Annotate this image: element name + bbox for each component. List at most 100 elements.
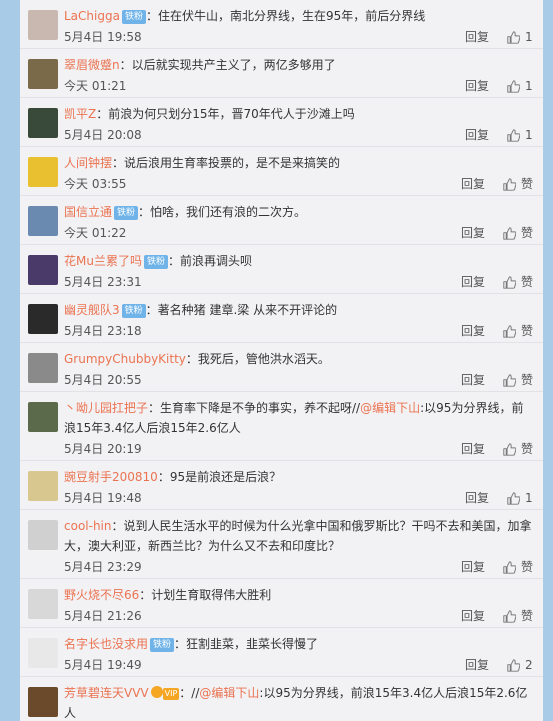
like-button[interactable]: 赞 xyxy=(503,322,533,340)
reply-button[interactable]: 回复 xyxy=(461,440,485,458)
like-button[interactable]: 赞 xyxy=(503,558,533,576)
like-button[interactable]: 1 xyxy=(507,77,533,95)
avatar[interactable] xyxy=(28,206,58,236)
avatar[interactable] xyxy=(28,687,58,717)
reply-button[interactable]: 回复 xyxy=(461,607,485,625)
reply-button[interactable]: 回复 xyxy=(461,371,485,389)
thumbs-up-icon xyxy=(503,177,516,191)
comment-date: 5月4日 19:49 xyxy=(64,658,142,672)
comment-meta: 5月4日 20:08 回复 1 xyxy=(64,124,533,146)
comment-meta: 5月4日 23:29 回复 赞 xyxy=(64,556,533,578)
like-count: 1 xyxy=(525,79,533,93)
comment-text: ：// xyxy=(179,686,200,700)
username-link[interactable]: 花Mu兰累了吗 xyxy=(64,254,142,268)
avatar[interactable] xyxy=(28,157,58,187)
thumbs-up-icon xyxy=(503,226,516,240)
avatar[interactable] xyxy=(28,10,58,40)
username-link[interactable]: GrumpyChubbyKitty xyxy=(64,352,186,366)
comment-meta: 5月4日 19:58 回复 1 xyxy=(64,26,533,48)
comment-date: 5月4日 19:58 xyxy=(64,30,142,44)
username-link[interactable]: 豌豆射手200810 xyxy=(64,470,158,484)
fan-badge[interactable]: 铁粉 xyxy=(114,206,139,220)
like-count: 赞 xyxy=(520,609,533,623)
username-link[interactable]: 名字长也没求用 xyxy=(64,637,148,651)
comment-text-line: 翠眉微蹙n：以后就实现共产主义了，两亿多够用了 xyxy=(64,55,533,75)
username-link[interactable]: 人间钟摆 xyxy=(64,156,112,170)
avatar[interactable] xyxy=(28,520,58,550)
username-link[interactable]: 芳草碧连天VVV xyxy=(64,686,149,700)
like-button[interactable]: 1 xyxy=(507,28,533,46)
sun-icon xyxy=(150,686,163,698)
like-button[interactable]: 2 xyxy=(507,656,533,674)
comment-date: 5月4日 19:48 xyxy=(64,491,142,505)
like-button[interactable]: 1 xyxy=(507,489,533,507)
comment-item: cool-hin：说到人民生活水平的时候为什么光拿中国和俄罗斯比？干吗不去和美国… xyxy=(20,510,543,579)
like-count: 赞 xyxy=(520,324,533,338)
comment-item: 丶呦儿园扛把子：生育率下降是不争的事实，养不起呀//@编辑下山:以95为分界线，… xyxy=(20,392,543,461)
reply-button[interactable]: 回复 xyxy=(461,558,485,576)
avatar[interactable] xyxy=(28,255,58,285)
avatar[interactable] xyxy=(28,304,58,334)
fan-badge[interactable]: 铁粉 xyxy=(143,255,168,269)
like-button[interactable]: 赞 xyxy=(503,440,533,458)
fan-badge[interactable]: 铁粉 xyxy=(121,304,146,318)
username-link[interactable]: 丶呦儿园扛把子 xyxy=(64,401,148,415)
like-button[interactable]: 赞 xyxy=(503,371,533,389)
like-button[interactable]: 赞 xyxy=(503,224,533,242)
fan-badge[interactable]: 铁粉 xyxy=(121,10,146,24)
like-button[interactable]: 赞 xyxy=(503,273,533,291)
thumbs-up-icon xyxy=(503,560,516,574)
comment-text-line: 凯平Z：前浪为何只划分15年，晋70年代人于沙滩上吗 xyxy=(64,104,533,124)
comment-text: ：狂割韭菜，韭菜长得慢了 xyxy=(174,637,319,651)
like-count: 赞 xyxy=(520,275,533,289)
like-button[interactable]: 赞 xyxy=(503,607,533,625)
comment-meta: 5月4日 23:31 回复 赞 xyxy=(64,271,533,293)
like-count: 赞 xyxy=(520,373,533,387)
reply-button[interactable]: 回复 xyxy=(461,175,485,193)
reply-button[interactable]: 回复 xyxy=(465,656,489,674)
like-count: 1 xyxy=(525,128,533,142)
mention-link[interactable]: @编辑下山 xyxy=(199,686,259,700)
vip-badge[interactable]: VIP xyxy=(162,688,180,700)
reply-button[interactable]: 回复 xyxy=(465,126,489,144)
username-link[interactable]: 凯平Z xyxy=(64,107,96,121)
reply-button[interactable]: 回复 xyxy=(461,273,485,291)
reply-button[interactable]: 回复 xyxy=(465,28,489,46)
mention-link[interactable]: @编辑下山 xyxy=(360,401,420,415)
like-count: 1 xyxy=(525,30,533,44)
username-link[interactable]: 野火烧不尽66 xyxy=(64,588,139,602)
avatar[interactable] xyxy=(28,402,58,432)
username-link[interactable]: LaChigga xyxy=(64,9,120,23)
comment-date: 今天 01:22 xyxy=(64,226,127,240)
username-link[interactable]: cool-hin xyxy=(64,519,112,533)
thumbs-up-icon xyxy=(507,128,520,142)
comment-text-line: 豌豆射手200810：95是前浪还是后浪？ xyxy=(64,467,533,487)
comment-meta: 5月4日 20:19 回复 赞 xyxy=(64,438,533,460)
avatar[interactable] xyxy=(28,638,58,668)
reply-button[interactable]: 回复 xyxy=(461,224,485,242)
username-link[interactable]: 幽灵舰队3 xyxy=(64,303,120,317)
comment-date: 5月4日 23:18 xyxy=(64,324,142,338)
like-button[interactable]: 赞 xyxy=(503,175,533,193)
thumbs-up-icon xyxy=(507,30,520,44)
comment-item: 凯平Z：前浪为何只划分15年，晋70年代人于沙滩上吗 5月4日 20:08 回复 1 xyxy=(20,98,543,147)
comment-date: 5月4日 20:19 xyxy=(64,442,142,456)
avatar[interactable] xyxy=(28,353,58,383)
comment-list: LaChigga 铁粉 ：住在伏牛山，南北分界线，生在95年，前后分界线 5月4日 1… xyxy=(20,0,543,721)
username-link[interactable]: 翠眉微蹙n xyxy=(64,58,120,72)
username-link[interactable]: 国信立通 xyxy=(64,205,112,219)
thumbs-up-icon xyxy=(503,275,516,289)
comment-text: ：前浪再调头呗 xyxy=(167,254,252,268)
reply-button[interactable]: 回复 xyxy=(465,489,489,507)
fan-badge[interactable]: 铁粉 xyxy=(150,638,175,652)
like-button[interactable]: 1 xyxy=(507,126,533,144)
comment-text: ：说后浪用生育率投票的，是不是来搞笑的 xyxy=(112,156,341,170)
avatar[interactable] xyxy=(28,108,58,138)
reply-button[interactable]: 回复 xyxy=(461,322,485,340)
reply-button[interactable]: 回复 xyxy=(465,77,489,95)
avatar[interactable] xyxy=(28,471,58,501)
avatar[interactable] xyxy=(28,589,58,619)
comment-item: 幽灵舰队3 铁粉 ：著名种猪 建章.梁 从来不开评论的 5月4日 23:18 回复赞 xyxy=(20,294,543,343)
avatar[interactable] xyxy=(28,59,58,89)
comment-meta: 5月4日 19:49 回复 2 xyxy=(64,654,533,676)
